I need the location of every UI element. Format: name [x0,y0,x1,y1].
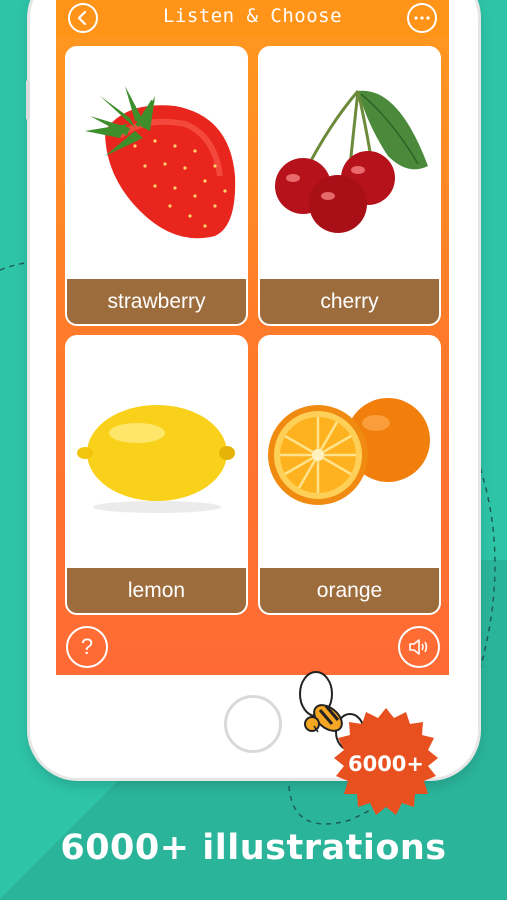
more-button[interactable] [407,3,437,33]
page-title: Listen & Choose [162,5,343,27]
phone-home-button[interactable] [224,695,282,753]
help-button[interactable]: ? [66,626,108,668]
card-label: lemon [67,568,246,613]
answer-card-lemon[interactable]: lemon [65,335,248,615]
top-bar: Listen & Choose [56,0,449,38]
app-screen: Listen & Choose strawberry cherry lemon … [56,0,449,675]
sound-button[interactable] [398,626,440,668]
answer-card-strawberry[interactable]: strawberry [65,46,248,326]
question-icon: ? [80,634,94,659]
more-dots-icon [414,16,430,20]
phone-side-button [26,80,30,120]
orange-image [268,398,430,505]
card-label: cherry [260,279,439,324]
phone-frame: Listen & Choose strawberry cherry lemon … [26,0,478,778]
answer-card-orange[interactable]: orange [258,335,441,615]
cherry-image [275,90,428,233]
answer-card-cherry[interactable]: cherry [258,46,441,326]
card-label: orange [260,568,439,613]
card-label: strawberry [67,279,246,324]
promo-caption: 6000+ illustrations [60,828,447,868]
lemon-image [77,405,235,513]
speaker-icon [409,639,428,655]
badge-text: 6000+ [347,752,425,776]
strawberry-image [85,86,236,239]
